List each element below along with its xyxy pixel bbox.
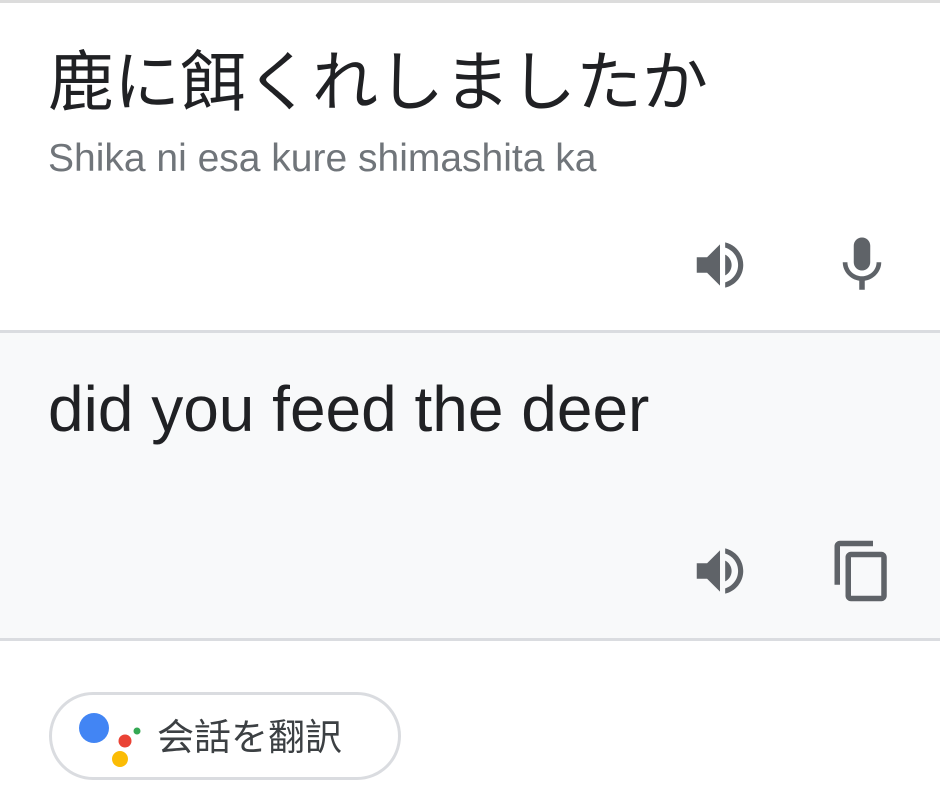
copy-translation-button[interactable] [822,531,902,611]
speaker-icon [696,242,744,288]
conversation-mode-label: 会話を翻訳 [157,716,342,759]
copy-icon [834,540,887,602]
google-assistant-icon [79,713,141,767]
mic-icon [842,237,882,290]
bottom-area: 会話を翻訳 [0,641,940,795]
conversation-mode-chip[interactable]: 会話を翻訳 [49,692,401,780]
romanization-text: Shika ni esa kure shimashita ka [48,137,597,180]
translation-listen-button[interactable] [680,531,760,611]
source-listen-button[interactable] [680,225,760,305]
source-text[interactable]: 鹿に餌くれしましたか [48,41,708,125]
source-voice-input-button[interactable] [822,225,902,305]
translation-text[interactable]: did you feed the deer [48,369,649,449]
source-panel: 鹿に餌くれしましたか Shika ni esa kure shimashita … [0,3,940,330]
translation-panel: did you feed the deer [0,333,940,638]
speaker-icon [696,548,744,594]
